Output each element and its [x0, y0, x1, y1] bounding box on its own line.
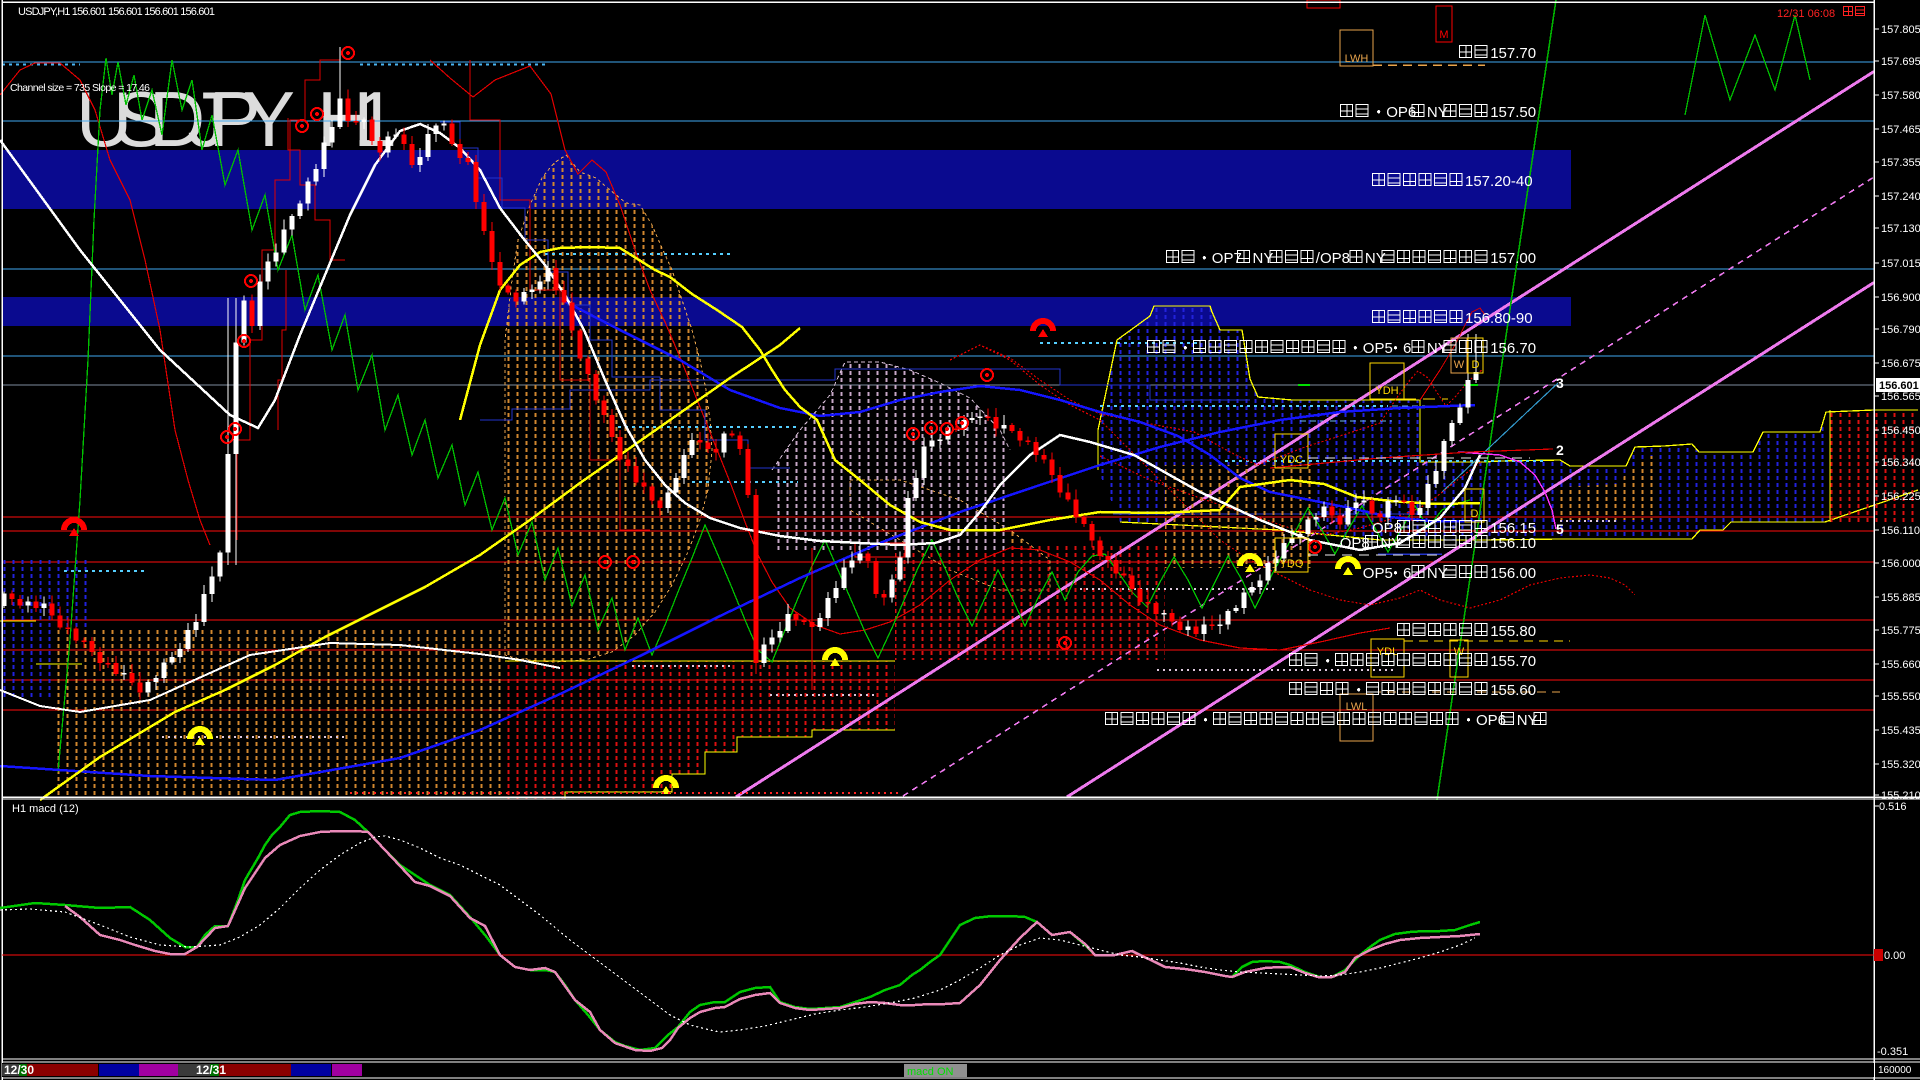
svg-text:M: M — [1439, 29, 1448, 41]
svg-text:H1 macd (12): H1 macd (12) — [12, 803, 79, 815]
svg-text:157.695: 157.695 — [1881, 56, 1920, 68]
svg-text:157.355: 157.355 — [1881, 157, 1920, 169]
svg-text:155.320: 155.320 — [1881, 759, 1920, 771]
svg-text:3: 3 — [1556, 375, 1564, 391]
svg-text:Channel size = 735 Slope = 17.: Channel size = 735 Slope = 17.46 — [10, 82, 150, 94]
svg-text:0.516: 0.516 — [1879, 801, 1907, 813]
svg-text:160000: 160000 — [1878, 1065, 1912, 1076]
svg-text:157.130: 157.130 — [1881, 223, 1920, 235]
svg-text:156.000: 156.000 — [1881, 558, 1920, 570]
svg-text:D: D — [1471, 508, 1479, 520]
svg-text:156.675: 156.675 — [1881, 358, 1920, 370]
svg-text:156.601: 156.601 — [1879, 380, 1919, 392]
svg-text:2: 2 — [1556, 442, 1564, 458]
svg-text:12/30: 12/30 — [4, 1063, 34, 1077]
svg-text:155.80: 155.80 — [1490, 623, 1536, 640]
svg-text:157.805: 157.805 — [1881, 24, 1920, 36]
svg-text:/OP8: /OP8 — [1316, 250, 1350, 267]
svg-text:157.015: 157.015 — [1881, 258, 1920, 270]
svg-text:156.225: 156.225 — [1881, 491, 1920, 503]
svg-text:155.70: 155.70 — [1490, 653, 1536, 670]
svg-text:156.80-90: 156.80-90 — [1465, 310, 1533, 327]
svg-text:156.565: 156.565 — [1881, 391, 1920, 403]
svg-text:YDC: YDC — [1280, 454, 1303, 466]
svg-text:155.435: 155.435 — [1881, 725, 1920, 737]
svg-text:LWH: LWH — [1345, 53, 1369, 65]
svg-text:156.450: 156.450 — [1881, 425, 1920, 437]
svg-text:157.465: 157.465 — [1881, 124, 1920, 136]
svg-text:156.110: 156.110 — [1881, 525, 1920, 537]
svg-text:12/31 06:08: 12/31 06:08 — [1777, 8, 1835, 20]
svg-text:157.70: 157.70 — [1490, 45, 1536, 62]
svg-text:155.550: 155.550 — [1881, 691, 1920, 703]
svg-text:6: 6 — [1403, 565, 1411, 582]
svg-text:155.885: 155.885 — [1881, 592, 1920, 604]
svg-text:6: 6 — [1403, 340, 1411, 357]
svg-text:155.60: 155.60 — [1490, 682, 1536, 699]
svg-text:12/31: 12/31 — [196, 1063, 226, 1077]
svg-text:YDL: YDL — [1377, 646, 1398, 658]
svg-text:YDH: YDH — [1375, 385, 1398, 397]
svg-text:OP5: OP5 — [1363, 565, 1393, 582]
svg-text:157.240: 157.240 — [1881, 191, 1920, 203]
svg-text:W: W — [1454, 359, 1465, 371]
svg-text:156.10: 156.10 — [1490, 535, 1536, 552]
svg-text:USDJPY,H1 156.601 156.601 156: USDJPY,H1 156.601 156.601 156.601 156.60… — [18, 6, 215, 18]
svg-text:-0.351: -0.351 — [1877, 1046, 1908, 1058]
svg-text:156.790: 156.790 — [1881, 324, 1920, 336]
svg-text:156.00: 156.00 — [1490, 565, 1536, 582]
svg-text:OP5: OP5 — [1363, 340, 1393, 357]
svg-text:157.00: 157.00 — [1490, 250, 1536, 267]
svg-text:0.00: 0.00 — [1884, 950, 1905, 962]
svg-text:5: 5 — [1556, 521, 1564, 537]
svg-text:156.340: 156.340 — [1881, 457, 1920, 469]
svg-text:157.20-40: 157.20-40 — [1465, 173, 1533, 190]
svg-text:155.660: 155.660 — [1881, 659, 1920, 671]
svg-text:LWL: LWL — [1346, 701, 1368, 713]
svg-text:YDO: YDO — [1280, 558, 1304, 570]
svg-text:155.775: 155.775 — [1881, 625, 1920, 637]
svg-text:157.50: 157.50 — [1490, 104, 1536, 121]
svg-text:156.70: 156.70 — [1490, 340, 1536, 357]
svg-text:macd ON: macd ON — [907, 1066, 954, 1078]
svg-text:D: D — [1472, 359, 1480, 371]
svg-text:156.900: 156.900 — [1881, 292, 1920, 304]
svg-text:157.580: 157.580 — [1881, 90, 1920, 102]
